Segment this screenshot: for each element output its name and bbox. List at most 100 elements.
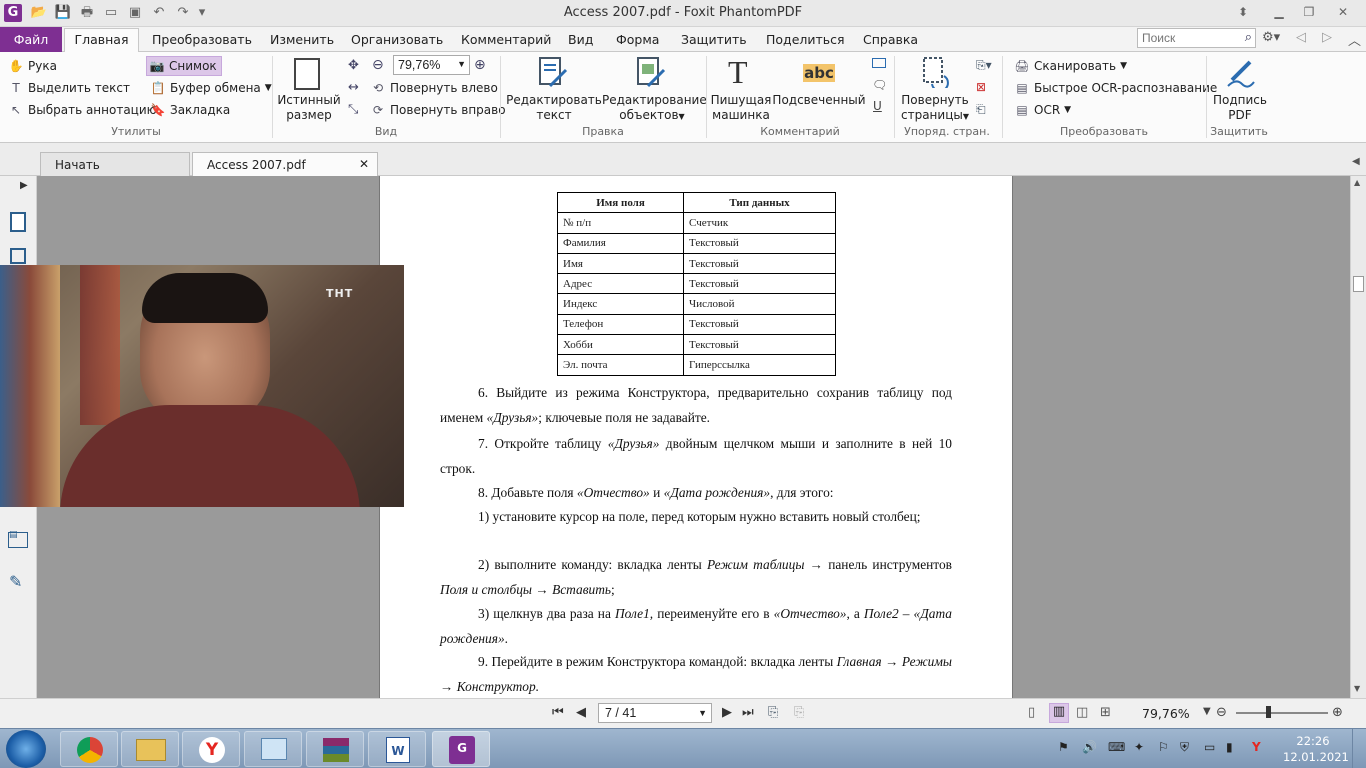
snapshot-button[interactable]: 📷 Снимок — [146, 56, 222, 76]
action-center-icon[interactable]: ⚐ — [1158, 740, 1169, 754]
control-panel-taskbar-button[interactable] — [244, 731, 302, 767]
insert-page-icon[interactable]: ⎘▾ — [976, 58, 992, 73]
typewriter-icon: T — [728, 54, 748, 90]
continuous-icon[interactable]: ▥ — [1049, 703, 1069, 723]
close-button[interactable]: ✕ — [1332, 2, 1354, 22]
teams-tray-icon[interactable]: ⚑ — [1058, 740, 1069, 754]
app-tray-icon[interactable]: ✦ — [1134, 740, 1144, 754]
tab-organize[interactable]: Организовать — [351, 32, 443, 47]
network-tray-icon[interactable]: ▮ — [1226, 740, 1233, 754]
collapse-ribbon-icon[interactable]: ︿ — [1348, 30, 1361, 49]
tab-comment[interactable]: Комментарий — [461, 32, 551, 47]
underline-icon[interactable]: U — [873, 99, 882, 113]
content-list-icon[interactable]: ▤ — [8, 531, 28, 548]
select-text-tool[interactable]: T Выделить текст — [8, 80, 130, 96]
fabric-graphic — [80, 265, 120, 425]
continuous-facing-icon[interactable]: ⊞ — [1100, 705, 1111, 720]
vertical-scrollbar[interactable]: ▲ ▼ — [1350, 176, 1366, 698]
rotate-right-button[interactable]: ⟳ Повернуть вправо — [370, 102, 506, 118]
clipboard-button[interactable]: 📋 Буфер обмена ▼ — [150, 80, 272, 96]
tab-protect[interactable]: Защитить — [681, 32, 747, 47]
yandex-tray-icon[interactable]: Y — [1252, 740, 1261, 754]
display-tray-icon[interactable]: ▭ — [1204, 740, 1215, 754]
zoom-slider-thumb[interactable] — [1266, 706, 1271, 718]
search-icon[interactable]: ⌕ — [1245, 30, 1252, 45]
restore-ribbon-icon[interactable]: ⬍ — [1232, 2, 1254, 22]
scroll-down-icon[interactable]: ▼ — [1354, 684, 1360, 693]
status-zoom-label[interactable]: 79,76% — [1142, 706, 1190, 721]
ocr-button[interactable]: ▤ OCR ▼ — [1014, 102, 1071, 118]
tab-home[interactable]: Главная — [64, 28, 139, 53]
word-taskbar-button[interactable]: W — [368, 731, 426, 767]
fit-width-icon[interactable]: ↔ — [348, 80, 359, 95]
sound-tray-icon[interactable]: 🔊 — [1082, 740, 1097, 754]
foxit-taskbar-button[interactable]: G — [432, 731, 490, 767]
zoom-in-icon[interactable]: ⊕ — [1332, 705, 1343, 720]
note-icon[interactable]: 🗨 — [872, 78, 887, 92]
rectangle-icon[interactable] — [872, 58, 886, 68]
first-page-icon[interactable]: ⏮ — [552, 705, 564, 720]
fit-visible-icon[interactable]: ⤡ — [348, 102, 358, 117]
chevron-down-icon: ▼ — [457, 59, 466, 69]
next-page-icon[interactable]: ▶ — [722, 705, 732, 720]
extract-page-icon[interactable]: ⎗ — [976, 102, 986, 117]
file-tab[interactable]: Файл — [0, 27, 62, 52]
keyboard-tray-icon[interactable]: ⌨ — [1108, 740, 1125, 754]
maximize-button[interactable]: ❐ — [1298, 2, 1320, 22]
show-desktop-button[interactable] — [1352, 729, 1366, 768]
tab-form[interactable]: Форма — [616, 32, 659, 47]
tab-share[interactable]: Поделиться — [766, 32, 845, 47]
scanner-icon: 🖨 — [1014, 59, 1030, 73]
zoom-select[interactable]: 79,76% ▼ — [393, 55, 470, 75]
explorer-taskbar-button[interactable] — [121, 731, 179, 767]
zoom-out-icon[interactable]: ⊖ — [372, 57, 384, 73]
minimize-button[interactable]: ▁ — [1268, 2, 1290, 22]
zoom-in-icon[interactable]: ⊕ — [474, 57, 486, 73]
close-tab-icon[interactable]: ✕ — [359, 157, 369, 171]
tab-edit[interactable]: Изменить — [270, 32, 334, 47]
rotate-left-button[interactable]: ⟲ Повернуть влево — [370, 80, 498, 96]
yandex-taskbar-button[interactable]: Y — [182, 731, 240, 767]
fit-page-icon[interactable]: ✥ — [348, 58, 359, 73]
zoom-out-icon[interactable]: ⊖ — [1216, 705, 1227, 720]
select-annotation-tool[interactable]: ↖ Выбрать аннотацию — [8, 102, 157, 118]
scroll-up-icon[interactable]: ▲ — [1354, 178, 1360, 187]
tab-convert[interactable]: Преобразовать — [152, 32, 252, 47]
layers-icon[interactable] — [10, 248, 26, 264]
single-page-icon[interactable]: ▯ — [1028, 705, 1035, 720]
scan-button[interactable]: 🖨 Сканировать ▼ — [1014, 58, 1127, 74]
winrar-taskbar-button[interactable] — [306, 731, 364, 767]
scroll-thumb[interactable] — [1353, 276, 1364, 292]
page-number-field[interactable]: 7 / 41 ▼ — [598, 703, 712, 723]
page-thumbnails-icon[interactable] — [10, 212, 26, 232]
clock[interactable]: 22:26 12.01.2021 — [1283, 733, 1349, 765]
zoom-dropdown-icon[interactable]: ▼ — [1203, 706, 1211, 717]
tab-document[interactable]: Access 2007.pdf ✕ — [192, 152, 378, 176]
delete-page-icon[interactable]: ⊠ — [976, 80, 986, 94]
chrome-taskbar-button[interactable] — [60, 731, 118, 767]
hand-tool[interactable]: ✋ Рука — [8, 58, 57, 74]
edit-objects-icon — [637, 57, 666, 88]
next-view-icon[interactable]: ⎘ — [794, 705, 804, 720]
quick-ocr-button[interactable]: ▤ Быстрое OCR-распознавание — [1014, 80, 1217, 96]
gear-icon[interactable]: ⚙▾ — [1262, 30, 1280, 45]
start-button[interactable] — [6, 730, 46, 768]
prev-page-icon[interactable]: ◀ — [576, 705, 586, 720]
chevron-down-icon: ▼ — [1120, 61, 1127, 71]
facing-icon[interactable]: ◫ — [1076, 705, 1088, 720]
security-tray-icon[interactable]: ⛨ — [1180, 740, 1189, 755]
tab-help[interactable]: Справка — [863, 32, 918, 47]
tab-view[interactable]: Вид — [568, 32, 593, 47]
last-page-icon[interactable]: ⏭ — [742, 705, 754, 720]
expand-sidebar-icon[interactable]: ▶ — [20, 180, 28, 191]
zoom-slider[interactable] — [1236, 712, 1328, 714]
signature-panel-icon[interactable]: ✎ — [9, 572, 22, 591]
video-overlay[interactable]: ТНТ — [0, 265, 404, 507]
tab-scroll-icon[interactable]: ◀ — [1352, 156, 1360, 167]
forward-icon[interactable]: ▷ — [1322, 30, 1332, 45]
tab-start[interactable]: Начать — [40, 152, 190, 176]
previous-view-icon[interactable]: ⎘ — [768, 705, 778, 720]
back-icon[interactable]: ◁ — [1296, 30, 1306, 45]
search-input[interactable] — [1138, 29, 1234, 47]
bookmark-button[interactable]: 🔖 Закладка — [150, 102, 231, 118]
